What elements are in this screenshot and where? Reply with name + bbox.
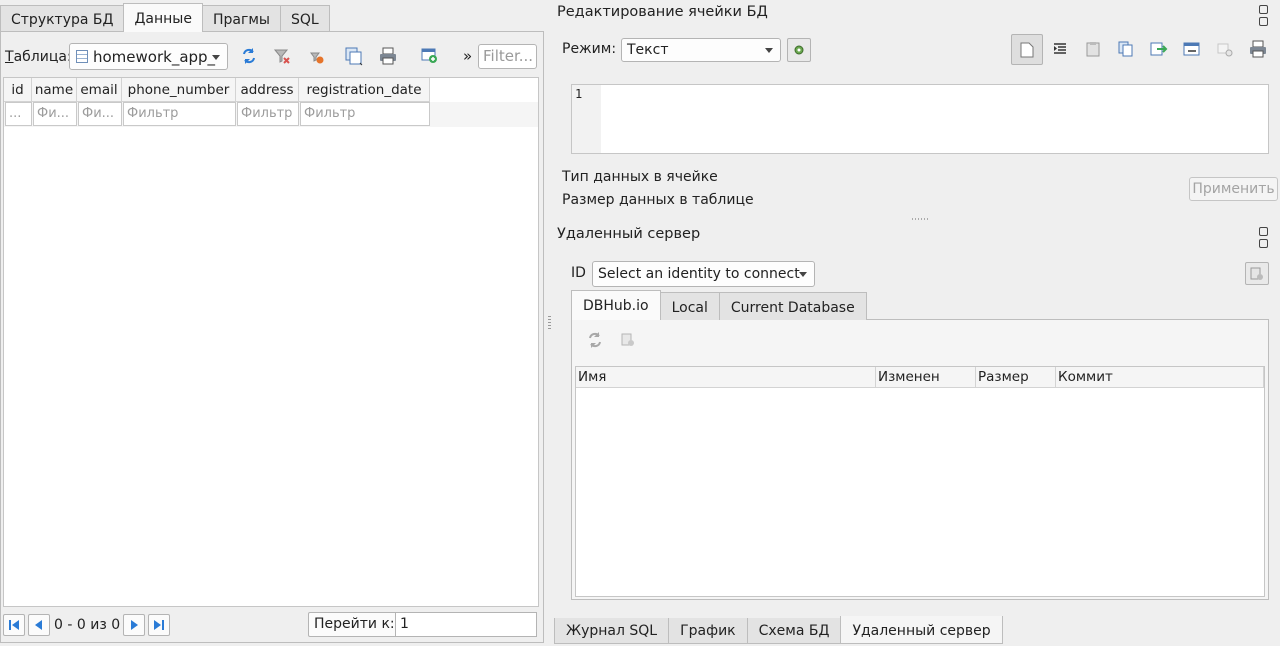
clipboard-icon[interactable] bbox=[1083, 39, 1103, 59]
table-icon bbox=[76, 50, 88, 63]
document-icon bbox=[1020, 42, 1034, 57]
last-record-button[interactable] bbox=[148, 613, 171, 636]
chevron-down-icon bbox=[765, 48, 773, 53]
cell-data-type-label: Тип данных в ячейке bbox=[562, 169, 718, 185]
filter-input-registration-date[interactable]: Фильтр bbox=[300, 102, 430, 126]
dock-splitter-handle[interactable] bbox=[912, 218, 928, 220]
column-header-modified[interactable]: Изменен bbox=[876, 367, 976, 388]
certificate-icon bbox=[1250, 267, 1263, 280]
tab-sql-log[interactable]: Журнал SQL bbox=[554, 618, 670, 644]
import-icon[interactable] bbox=[1149, 39, 1169, 59]
column-header-id[interactable]: id bbox=[4, 78, 32, 102]
float-icon[interactable] bbox=[1259, 227, 1268, 236]
column-header-size[interactable]: Размер bbox=[976, 367, 1056, 388]
remote-file-list: Имя Изменен Размер Коммит bbox=[575, 366, 1265, 597]
close-icon[interactable] bbox=[1259, 17, 1268, 26]
word-wrap-button[interactable] bbox=[1011, 34, 1043, 65]
mode-label: Режим: bbox=[562, 41, 617, 57]
toolbar-overflow-button[interactable]: » bbox=[463, 47, 472, 65]
column-header-phone-number[interactable]: phone_number bbox=[122, 78, 236, 102]
tab-db-schema[interactable]: Схема БД bbox=[746, 618, 842, 644]
record-navigation: 0 - 0 из 0 bbox=[3, 612, 171, 637]
print-icon[interactable] bbox=[378, 46, 398, 66]
panel-splitter-handle[interactable] bbox=[548, 316, 551, 330]
line-number-gutter: 1 bbox=[572, 85, 601, 153]
remote-server-title: Удаленный сервер bbox=[557, 226, 701, 242]
print-icon[interactable] bbox=[1248, 39, 1268, 59]
edit-cell-title: Редактирование ячейки БД bbox=[557, 4, 768, 20]
filter-input-name[interactable]: Фи... bbox=[33, 102, 77, 126]
filter-input-address[interactable]: Фильтр bbox=[237, 102, 299, 126]
tab-current-database[interactable]: Current Database bbox=[718, 292, 867, 320]
skip-first-icon bbox=[9, 619, 19, 630]
cell-editor[interactable]: 1 bbox=[571, 84, 1269, 154]
tab-local[interactable]: Local bbox=[659, 292, 720, 320]
mode-select[interactable]: Текст bbox=[621, 38, 781, 62]
tab-browse-data[interactable]: Данные bbox=[123, 3, 203, 32]
table-label: Таблица: bbox=[5, 49, 72, 65]
main-tab-bar: Структура БД Данные Прагмы SQL bbox=[0, 3, 330, 32]
tab-pragmas[interactable]: Прагмы bbox=[201, 5, 281, 32]
tab-remote-server[interactable]: Удаленный сервер bbox=[840, 616, 1003, 644]
set-null-icon[interactable] bbox=[1215, 39, 1235, 59]
tab-plot[interactable]: График bbox=[668, 618, 748, 644]
first-record-button[interactable] bbox=[3, 613, 25, 636]
delete-filter-icon[interactable] bbox=[306, 46, 326, 66]
identity-select-value: Select an identity to connect bbox=[598, 266, 800, 282]
column-header-registration-date[interactable]: registration_date bbox=[299, 78, 430, 102]
chevron-down-icon bbox=[799, 272, 807, 277]
filter-input-phone-number[interactable]: Фильтр bbox=[123, 102, 236, 126]
dock-tab-bar: Журнал SQL График Схема БД Удаленный сер… bbox=[554, 616, 1003, 645]
goto-button[interactable]: Перейти к: bbox=[308, 612, 401, 637]
next-record-button[interactable] bbox=[123, 613, 146, 636]
gear-icon bbox=[794, 45, 804, 55]
previous-record-button[interactable] bbox=[28, 613, 50, 636]
arrow-left-icon bbox=[35, 619, 42, 630]
mode-select-value: Текст bbox=[627, 42, 669, 58]
close-icon[interactable] bbox=[1259, 239, 1268, 248]
arrow-right-icon bbox=[131, 619, 139, 630]
column-header-name[interactable]: Имя bbox=[576, 367, 876, 388]
export-icon[interactable] bbox=[1182, 39, 1202, 59]
tab-sql[interactable]: SQL bbox=[279, 5, 330, 32]
edit-cell-dock-buttons bbox=[1259, 5, 1280, 29]
tab-db-structure[interactable]: Структура БД bbox=[0, 5, 125, 32]
clone-database-icon[interactable] bbox=[618, 330, 638, 350]
column-header-address[interactable]: address bbox=[236, 78, 299, 102]
data-grid: id name email phone_number address regis… bbox=[3, 77, 539, 607]
auto-switch-mode-button[interactable] bbox=[787, 38, 811, 62]
clear-filters-icon[interactable] bbox=[272, 46, 292, 66]
global-filter-input[interactable]: Filter... bbox=[478, 44, 537, 69]
table-select[interactable]: homework_app_ bbox=[69, 43, 228, 70]
tab-dbhub[interactable]: DBHub.io bbox=[571, 290, 661, 320]
column-header-name[interactable]: name bbox=[32, 78, 77, 102]
record-count: 0 - 0 из 0 bbox=[54, 616, 121, 633]
refresh-icon[interactable] bbox=[585, 330, 605, 350]
chevron-down-icon bbox=[212, 54, 220, 60]
identity-label: ID bbox=[571, 265, 586, 281]
remote-tab-bar: DBHub.io Local Current Database bbox=[571, 290, 867, 320]
filter-input-id[interactable]: ... bbox=[5, 102, 32, 126]
insert-record-icon[interactable] bbox=[420, 46, 440, 66]
cell-data-size-label: Размер данных в таблице bbox=[562, 192, 754, 208]
column-header-commit[interactable]: Коммит bbox=[1056, 367, 1264, 388]
copy-icon[interactable] bbox=[344, 46, 364, 66]
goto-record-input[interactable]: 1 bbox=[395, 612, 537, 637]
column-header-email[interactable]: email bbox=[77, 78, 122, 102]
filter-input-email[interactable]: Фи... bbox=[78, 102, 122, 126]
copy-to-clipboard-icon[interactable] bbox=[1116, 39, 1136, 59]
identity-select[interactable]: Select an identity to connect bbox=[592, 261, 815, 287]
apply-button[interactable]: Применить bbox=[1189, 177, 1278, 201]
table-select-value: homework_app_ bbox=[93, 47, 216, 66]
skip-last-icon bbox=[154, 619, 165, 630]
remote-dock-buttons bbox=[1259, 227, 1280, 251]
refresh-icon[interactable] bbox=[239, 46, 259, 66]
float-icon[interactable] bbox=[1259, 5, 1268, 14]
indent-icon[interactable] bbox=[1050, 39, 1070, 59]
identity-settings-button[interactable] bbox=[1245, 262, 1269, 285]
